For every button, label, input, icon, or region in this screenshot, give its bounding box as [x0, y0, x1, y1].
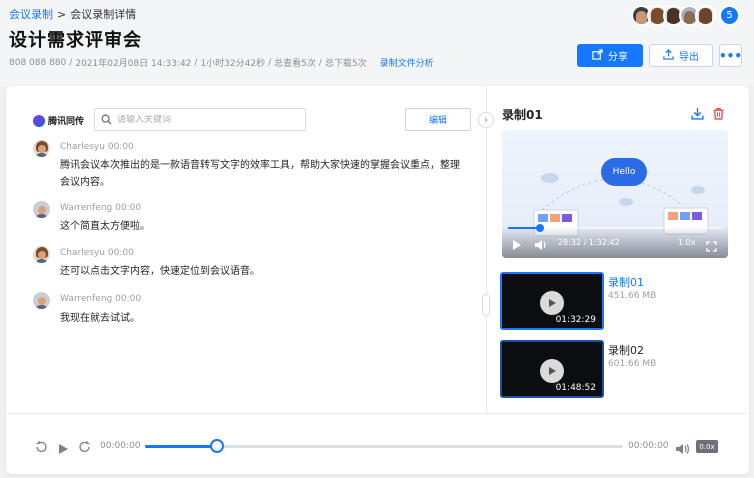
speaker-name: Warrenfeng: [60, 294, 113, 304]
view-count: 总查看5次: [274, 59, 316, 69]
video-total-time: 1:32:42: [588, 238, 620, 247]
message-text[interactable]: 还可以点击文字内容，快速定位到会议语音。: [60, 263, 460, 280]
delete-icon: [712, 105, 725, 124]
recording-thumbnail[interactable]: 01:32:29: [500, 272, 604, 330]
export-button-label: 导出: [679, 52, 699, 63]
tencent-transcribe-logo: 腾讯同传: [33, 114, 84, 127]
message-time: 00:00: [115, 203, 142, 213]
message-meta: Charlesyu 00:00: [60, 142, 134, 152]
download-button[interactable]: [689, 106, 705, 122]
recording-duration: 01:32:29: [555, 315, 596, 325]
breadcrumb-separator: >: [57, 7, 67, 21]
recording-name[interactable]: 录制02: [608, 342, 644, 358]
export-icon: [663, 48, 674, 63]
top-bar: 会议录制 > 会议录制详情 设计需求评审会 808 088 880 / 2021…: [0, 0, 754, 86]
delete-button[interactable]: [710, 106, 726, 122]
message-meta: Warrenfeng 00:00: [60, 294, 141, 304]
volume-icon[interactable]: [675, 440, 690, 459]
audio-progress-fill: [145, 445, 217, 448]
speaker-avatar: [33, 201, 50, 218]
speaker-avatar: [33, 292, 50, 309]
meeting-meta: 808 088 880 / 2021年02月08日 14:33:42 / 1小时…: [9, 56, 434, 70]
logo-mark: [33, 114, 45, 127]
message-text[interactable]: 腾讯会议本次推出的是一款语音转写文字的效率工具，帮助大家快速的掌握会议重点，整理…: [60, 157, 460, 191]
search-input[interactable]: [117, 114, 297, 125]
speaker-avatar: [33, 246, 50, 263]
share-icon: [592, 48, 603, 63]
video-current-time: 28:32: [558, 238, 582, 247]
message-meta: Warrenfeng 00:00: [60, 203, 141, 213]
recording-size: 451.66 MB: [608, 291, 657, 301]
recording-analysis-link[interactable]: 录制文件分析: [380, 56, 434, 69]
more-button[interactable]: •••: [719, 44, 742, 67]
recording-name[interactable]: 录制01: [608, 274, 644, 290]
export-button[interactable]: 导出: [649, 44, 713, 67]
message-text[interactable]: 我现在就去试试。: [60, 310, 460, 327]
recording-panel-title: 录制01: [502, 108, 543, 122]
recording-duration: 01:48:52: [555, 383, 596, 393]
audio-total-time: 00:00:00: [628, 441, 669, 451]
share-button[interactable]: 分享: [577, 44, 643, 67]
play-icon[interactable]: [512, 236, 522, 255]
avatar: [695, 5, 716, 26]
play-icon: [540, 291, 564, 315]
breadcrumb: 会议录制 > 会议录制详情: [9, 6, 136, 22]
speaker-name: Charlesyu: [60, 248, 105, 258]
forward-icon[interactable]: [78, 439, 92, 458]
speaker-avatar: [33, 140, 50, 157]
audio-speed-button[interactable]: 0.0x: [696, 440, 718, 453]
download-icon: [690, 105, 704, 124]
participant-avatars[interactable]: 5: [631, 5, 740, 26]
audio-progress-handle[interactable]: [209, 439, 224, 453]
recording-size: 601.66 MB: [608, 359, 657, 369]
speaker-name: Warrenfeng: [60, 203, 113, 213]
message-meta: Charlesyu 00:00: [60, 248, 134, 258]
download-count: 总下载5次: [324, 59, 367, 69]
search-icon: [101, 110, 112, 129]
footer-divider: [6, 413, 749, 414]
share-button-label: 分享: [608, 52, 628, 63]
transcript-search[interactable]: [94, 108, 306, 131]
volume-icon[interactable]: [534, 236, 548, 255]
meeting-datetime: 2021年02月08日 14:33:42: [75, 59, 192, 69]
panel-resize-handle[interactable]: [482, 294, 490, 316]
meta-separator: /: [318, 57, 322, 68]
collapse-panel-button[interactable]: ›: [478, 112, 494, 128]
message-text[interactable]: 这个简直太方便啦。: [60, 218, 460, 235]
video-speed[interactable]: 1.0x: [678, 238, 695, 247]
fullscreen-icon[interactable]: [706, 237, 717, 256]
recording-thumbnail[interactable]: 01:48:52: [500, 340, 604, 398]
message-time: 00:00: [115, 294, 142, 304]
play-icon[interactable]: [58, 440, 69, 459]
chevron-right-icon: ›: [484, 114, 488, 126]
page-title: 设计需求评审会: [9, 30, 142, 51]
participant-count-badge[interactable]: 5: [719, 5, 740, 26]
play-icon: [540, 359, 564, 383]
hello-cloud: Hello: [601, 158, 647, 186]
logo-text: 腾讯同传: [48, 117, 85, 127]
message-time: 00:00: [107, 142, 134, 152]
panel-divider: [486, 86, 487, 413]
breadcrumb-current: 会议录制详情: [70, 8, 137, 21]
audio-current-time: 00:00:00: [100, 441, 141, 451]
meta-separator: /: [69, 57, 73, 68]
video-time-separator: /: [583, 238, 587, 247]
meta-separator: /: [194, 57, 198, 68]
meta-separator: /: [268, 57, 272, 68]
rewind-icon[interactable]: [34, 439, 48, 458]
breadcrumb-parent-link[interactable]: 会议录制: [9, 6, 53, 22]
meeting-id: 808 088 880: [9, 57, 67, 68]
edit-button[interactable]: 编辑: [405, 108, 471, 131]
message-time: 00:00: [107, 248, 134, 258]
video-player[interactable]: Hello 28:32 / 1:32:42 1.0x: [502, 130, 728, 258]
video-time: 28:32 / 1:32:42: [558, 238, 620, 247]
speaker-name: Charlesyu: [60, 142, 105, 152]
meeting-duration: 1小时32分42秒: [200, 59, 266, 69]
